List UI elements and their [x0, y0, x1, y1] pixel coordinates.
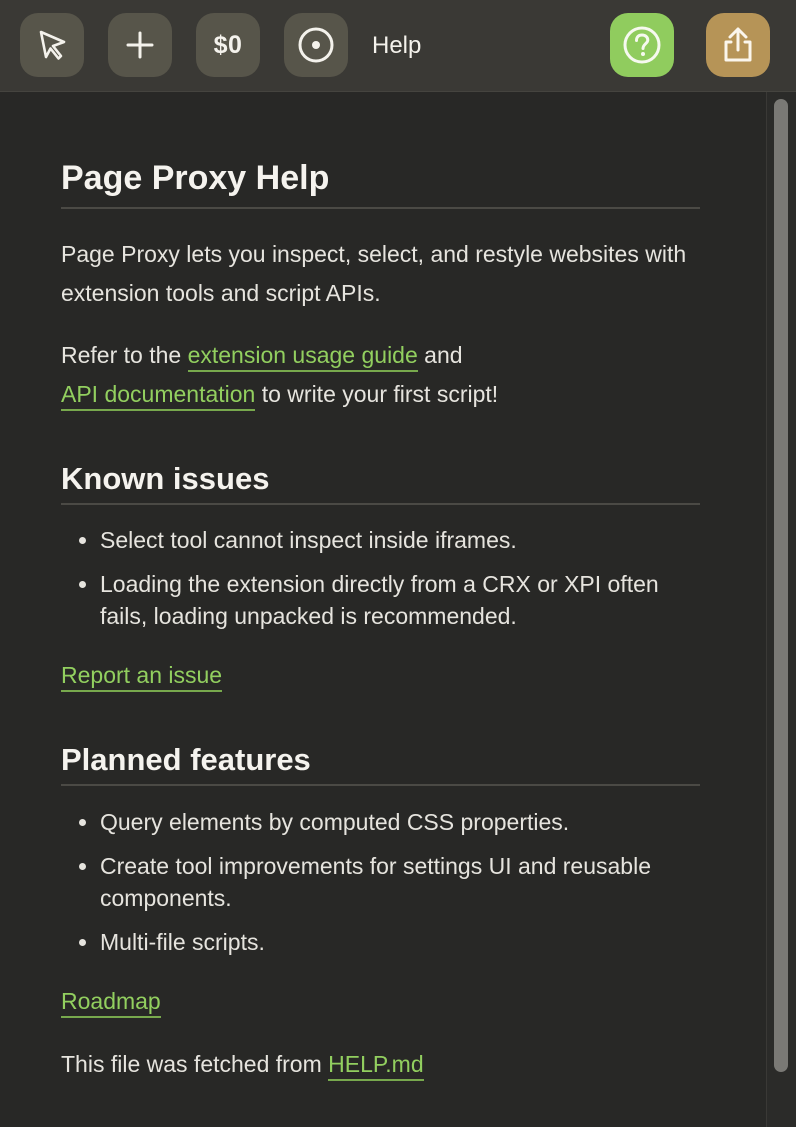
- intro-paragraph: Page Proxy lets you inspect, select, and…: [61, 241, 687, 306]
- toolbar: $0 Help: [0, 0, 796, 92]
- footer-prefix: This file was fetched from: [61, 1051, 329, 1077]
- target-circle-icon: [298, 27, 334, 63]
- footer-paragraph: This file was fetched from HELP.md: [61, 1045, 711, 1084]
- scrollbar-thumb[interactable]: [774, 99, 788, 1072]
- planned-features-heading: Planned features: [61, 740, 700, 786]
- scrollbar[interactable]: [766, 92, 796, 1127]
- known-issues-heading: Known issues: [61, 459, 700, 505]
- create-tool-button[interactable]: [108, 13, 172, 77]
- cost-button[interactable]: $0: [196, 13, 260, 77]
- planned-features-list: Query elements by computed CSS propertie…: [61, 806, 681, 970]
- list-item: Loading the extension directly from a CR…: [61, 568, 681, 632]
- list-item: Query elements by computed CSS propertie…: [61, 806, 681, 838]
- list-item: Create tool improvements for settings UI…: [61, 850, 681, 914]
- toolbar-title: Help: [372, 32, 422, 59]
- help-md-link[interactable]: HELP.md: [328, 1051, 424, 1081]
- cursor-arrow-icon: [39, 30, 66, 60]
- help-button[interactable]: [610, 13, 674, 77]
- question-circle-icon: [623, 26, 661, 64]
- share-button[interactable]: [706, 13, 770, 77]
- roadmap-link[interactable]: Roadmap: [61, 988, 161, 1018]
- report-issue-paragraph: Report an issue: [61, 656, 711, 695]
- share-upload-icon: [724, 27, 752, 62]
- report-issue-link[interactable]: Report an issue: [61, 662, 223, 692]
- refer-suffix: to write your first script!: [255, 381, 499, 407]
- extension-usage-guide-link[interactable]: extension usage guide: [187, 342, 418, 372]
- known-issues-list: Select tool cannot inspect inside iframe…: [61, 524, 681, 644]
- cost-label: $0: [213, 30, 243, 59]
- refer-paragraph: Refer to the extension usage guide and AP…: [61, 336, 711, 414]
- help-content: Page Proxy Help Page Proxy lets you insp…: [0, 92, 766, 1127]
- record-button[interactable]: [284, 13, 348, 77]
- plus-icon: [126, 31, 154, 59]
- list-item: Select tool cannot inspect inside iframe…: [61, 524, 681, 556]
- refer-and: and: [417, 342, 463, 368]
- refer-prefix: Refer to the: [61, 342, 188, 368]
- select-tool-button[interactable]: [20, 13, 84, 77]
- page-title: Page Proxy Help: [61, 156, 700, 209]
- roadmap-paragraph: Roadmap: [61, 982, 711, 1021]
- api-documentation-link[interactable]: API documentation: [61, 381, 256, 411]
- list-item: Multi-file scripts.: [61, 926, 681, 958]
